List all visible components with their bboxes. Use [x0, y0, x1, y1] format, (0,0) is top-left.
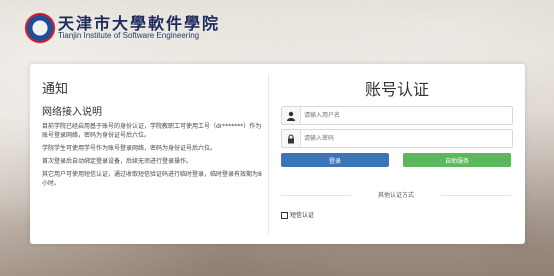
lock-icon [282, 130, 301, 147]
school-logo: 天津市大學軟件學院 Tianjin Institute of Software … [24, 10, 234, 50]
other-methods-label: 其他认证方式 [281, 190, 511, 199]
auth-title: 账号认证 [364, 80, 429, 99]
password-field[interactable] [281, 129, 513, 148]
notice-paragraph-3: 首次登录后自动绑定登录设备，后续无须进行登录操作。 [42, 158, 193, 165]
notice-title: 通知 [42, 82, 69, 97]
logo-emblem-icon [24, 12, 56, 44]
user-icon [282, 107, 301, 124]
login-button[interactable]: 登录 [281, 153, 389, 167]
sms-auth-label: 短信认证 [290, 212, 315, 219]
sms-auth-link[interactable]: 短信认证 [281, 210, 314, 219]
password-input[interactable] [304, 131, 504, 145]
notice-paragraph-4: 其它用户可使用短信认证，通过收取短信验证码进行临时登录，临时登录有效期为8小时。 [42, 171, 262, 187]
username-field[interactable] [281, 106, 513, 125]
phone-icon [281, 212, 288, 219]
notice-paragraph-2: 学院学生可使用学号作为账号登录网络，密码为身份证号后六位。 [42, 145, 217, 152]
panel-divider [268, 74, 269, 234]
login-panel: 通知 网络接入说明 目前学院已经启用基于账号的身份认证，学院教职工可使用工号（d… [30, 64, 525, 244]
notice-paragraph-1: 目前学院已经启用基于账号的身份认证，学院教职工可使用工号（dr*******）作… [42, 123, 262, 139]
notice-section: 通知 网络接入说明 目前学院已经启用基于账号的身份认证，学院教职工可使用工号（d… [42, 78, 262, 188]
logo-title-en: Tianjin Institute of Software Engineerin… [58, 31, 200, 40]
self-service-button[interactable]: 自助服务 [403, 153, 511, 167]
username-input[interactable] [304, 108, 504, 122]
notice-subtitle: 网络接入说明 [42, 107, 102, 118]
account-auth-section: 账号认证 登录 自助服务 其他认证方式 短信认证 [281, 74, 513, 219]
